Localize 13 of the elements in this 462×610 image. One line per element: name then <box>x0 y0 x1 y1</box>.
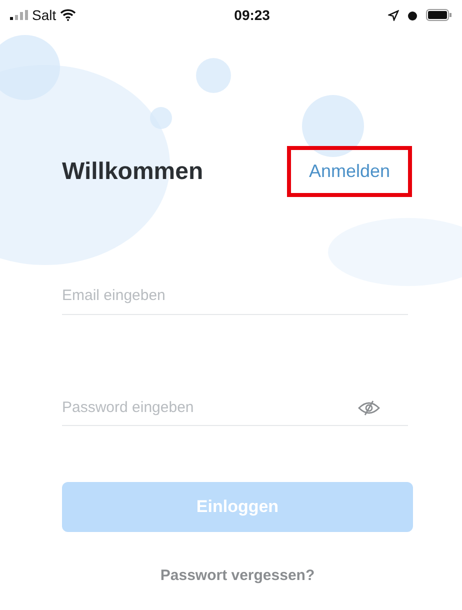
signal-icon <box>10 10 28 20</box>
battery-icon <box>426 9 452 21</box>
forgot-password-link[interactable]: Passwort vergessen? <box>160 567 315 584</box>
password-field[interactable]: Password eingeben <box>62 390 358 425</box>
welcome-title: Willkommen <box>62 156 204 186</box>
carrier-name: Salt <box>32 6 56 24</box>
register-link[interactable]: Anmelden <box>308 161 390 181</box>
clock-time: 09:23 <box>234 6 270 24</box>
location-arrow-icon <box>388 10 399 20</box>
wifi-icon <box>60 9 76 21</box>
decorative-bubble <box>196 58 231 93</box>
email-field[interactable]: Email eingeben <box>62 279 408 314</box>
hidden-eye-icon[interactable] <box>358 400 380 416</box>
